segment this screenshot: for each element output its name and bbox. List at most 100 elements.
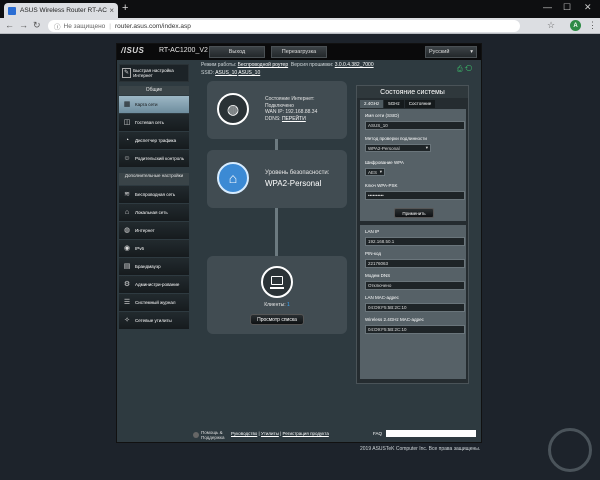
apply-button[interactable]: Применить bbox=[394, 208, 434, 218]
general-section-header: Общие bbox=[119, 86, 189, 95]
bookmark-star-icon[interactable]: ☆ bbox=[547, 20, 555, 31]
logout-button[interactable]: Выход bbox=[209, 46, 265, 58]
maximize-icon[interactable]: ☐ bbox=[563, 2, 571, 13]
tab-title: ASUS Wireless Router RT-AC1200 bbox=[20, 7, 107, 14]
ssid-field-label: Имя сети (SSID) bbox=[365, 113, 399, 118]
reload-icon[interactable]: ↻ bbox=[33, 20, 41, 31]
sidebar-item-lan[interactable]: ⌂ Локальная сеть bbox=[119, 204, 189, 221]
modem-dns-value: Отключено bbox=[365, 281, 465, 290]
traffic-icon: ◔ bbox=[124, 137, 130, 144]
ddns-link[interactable]: ПЕРЕЙТИ bbox=[282, 116, 306, 122]
enc-field-label: Шифрование WPA bbox=[365, 160, 404, 165]
security-label: Уровень безопасности: bbox=[265, 170, 330, 176]
sidebar-item-traffic-manager[interactable]: ◔ Диспетчер трафика bbox=[119, 132, 189, 149]
internet-status-block: Состояние Интернет: Подключено WAN IP: 1… bbox=[265, 96, 317, 122]
connector-line bbox=[275, 208, 278, 256]
close-window-icon[interactable]: ✕ bbox=[584, 2, 592, 13]
browser-tab[interactable]: ASUS Wireless Router RT-AC1200 × bbox=[4, 3, 118, 18]
sidebar-item-label: Брандмауэр bbox=[135, 264, 161, 269]
quick-setup-label: Быстрая настройка Интернет bbox=[133, 68, 174, 78]
sidebar-item-ipv6[interactable]: ◉ IPv6 bbox=[119, 240, 189, 257]
utility-link[interactable]: Утилиты bbox=[261, 431, 279, 436]
back-icon[interactable]: ← bbox=[5, 20, 14, 30]
sidebar-item-label: IPv6 bbox=[135, 246, 145, 251]
tab-24ghz[interactable]: 2.4GHz bbox=[360, 100, 384, 108]
sidebar-item-label: Системный журнал bbox=[135, 300, 176, 305]
sidebar-item-administration[interactable]: ⚙ Администри-рование bbox=[119, 276, 189, 293]
reboot-button[interactable]: Перезагрузка bbox=[271, 46, 327, 58]
sidebar-item-label: Локальная сеть bbox=[135, 210, 168, 215]
clients-count-line: Клиенты: 1 bbox=[207, 302, 347, 308]
sidebar-item-wan[interactable]: ◍ Интернет bbox=[119, 222, 189, 239]
auth-select[interactable]: WPA2-Personal ▾ bbox=[365, 144, 431, 152]
sidebar-item-parental-control[interactable]: ☺ Родительский контроль bbox=[119, 150, 189, 167]
ssid-label: SSID: bbox=[201, 70, 215, 76]
browser-titlebar: ASUS Wireless Router RT-AC1200 × + — ☐ ✕ bbox=[0, 0, 600, 18]
ddns-label: DDNS: bbox=[265, 115, 281, 122]
asus-logo: /ISUS bbox=[121, 46, 145, 55]
router-icon: ⌂ bbox=[217, 162, 249, 194]
help-support-link[interactable]: Помощь & Поддержка bbox=[193, 430, 231, 440]
router-card[interactable]: ⌂ Уровень безопасности: WPA2-Personal bbox=[207, 150, 347, 208]
browser-menu-icon[interactable]: ⋮ bbox=[588, 20, 597, 31]
ssid-5-link[interactable]: ASUS_10 bbox=[238, 70, 260, 76]
sidebar-item-wireless[interactable]: ≋ Беспроводная сеть bbox=[119, 186, 189, 203]
info-icon[interactable]: ⓘ bbox=[54, 21, 61, 31]
lan-ip-value: 192.168.50.1 bbox=[365, 237, 465, 246]
sidebar-item-network-map[interactable]: ▦ Карта сети bbox=[119, 96, 189, 113]
tab-5ghz[interactable]: 5GHz bbox=[384, 100, 404, 108]
wpa-key-input[interactable]: •••••••••• bbox=[365, 191, 465, 200]
clients-count[interactable]: 1 bbox=[287, 302, 290, 308]
sidebar-item-label: Беспроводная сеть bbox=[135, 192, 176, 197]
router-footer: Помощь & Поддержка Руководство | Утилиты… bbox=[193, 430, 481, 442]
url-input[interactable]: ⓘ Не защищено | router.asus.com/index.as… bbox=[48, 20, 520, 32]
view-list-button[interactable]: Просмотр списка bbox=[250, 314, 304, 325]
quick-setup-button[interactable]: ✎ Быстрая настройка Интернет bbox=[119, 64, 189, 82]
internet-status-label: Состояние Интернет: bbox=[265, 96, 315, 102]
tab-status[interactable]: Состояние bbox=[404, 100, 436, 108]
manual-link[interactable]: Руководство bbox=[231, 431, 257, 436]
parental-icon: ☺ bbox=[123, 155, 131, 162]
register-link[interactable]: Регистрация продукта bbox=[283, 431, 329, 436]
help-icon bbox=[193, 432, 199, 438]
clients-label: Клиенты: bbox=[264, 302, 286, 308]
network-icon[interactable]: ⟲ bbox=[465, 66, 473, 73]
globe-icon: ◍ bbox=[217, 93, 249, 125]
sidebar-item-network-tools[interactable]: ✧ Сетевые утилиты bbox=[119, 312, 189, 329]
fw-link[interactable]: 3.0.0.4.382_7000 bbox=[335, 62, 374, 68]
sidebar-item-label: Карта сети bbox=[135, 102, 158, 107]
new-tab-icon[interactable]: + bbox=[122, 2, 128, 14]
mode-link[interactable]: Беспроводной роутер bbox=[238, 62, 289, 68]
help-label: Помощь & Поддержка bbox=[201, 430, 225, 440]
sidebar-item-system-log[interactable]: ☰ Системный журнал bbox=[119, 294, 189, 311]
ssid-input[interactable]: ASUS_10 bbox=[365, 121, 465, 130]
favicon-icon bbox=[8, 6, 16, 15]
profile-avatar[interactable]: A bbox=[570, 20, 581, 31]
insecure-label: Не защищено bbox=[63, 22, 106, 30]
address-bar: ← → ↻ ⓘ Не защищено | router.asus.com/in… bbox=[0, 18, 600, 34]
sidebar-item-firewall[interactable]: ▤ Брандмауэр bbox=[119, 258, 189, 275]
wireless-mac-value: 04:D9:F5:5B:2C:10 bbox=[365, 325, 465, 334]
sidebar-item-guest-network[interactable]: ◫ Гостевая сеть bbox=[119, 114, 189, 131]
router-info-bar: Режим работы: Беспроводной роутер Версия… bbox=[201, 61, 374, 77]
fw-label: Версия прошивки: bbox=[290, 62, 334, 68]
close-tab-icon[interactable]: × bbox=[109, 6, 114, 15]
app-icon[interactable]: ⎙ bbox=[457, 66, 463, 73]
faq-search-input[interactable] bbox=[386, 430, 476, 437]
minimize-icon[interactable]: — bbox=[543, 2, 552, 12]
language-select[interactable]: Русский ▾ bbox=[425, 46, 477, 58]
log-icon: ☰ bbox=[123, 299, 131, 306]
internet-card[interactable]: ◍ Состояние Интернет: Подключено WAN IP:… bbox=[207, 81, 347, 139]
wan-ip-label: WAN IP: bbox=[265, 109, 284, 115]
sidebar: ✎ Быстрая настройка Интернет Общие ▦ Кар… bbox=[119, 64, 189, 329]
sidebar-item-label: Гостевая сеть bbox=[135, 120, 164, 125]
status-tabs: 2.4GHz 5GHz Состояние bbox=[357, 100, 468, 108]
model-name: RT-AC1200_V2 bbox=[159, 47, 208, 54]
gear-icon: ⚙ bbox=[123, 281, 131, 288]
chevron-down-icon: ▾ bbox=[425, 145, 428, 150]
firewall-icon: ▤ bbox=[123, 263, 131, 270]
clients-card[interactable]: Клиенты: 1 Просмотр списка bbox=[207, 256, 347, 334]
enc-select[interactable]: AES ▾ bbox=[365, 168, 385, 176]
ssid-24-link[interactable]: ASUS_10 bbox=[215, 70, 237, 76]
forward-icon[interactable]: → bbox=[19, 20, 28, 30]
